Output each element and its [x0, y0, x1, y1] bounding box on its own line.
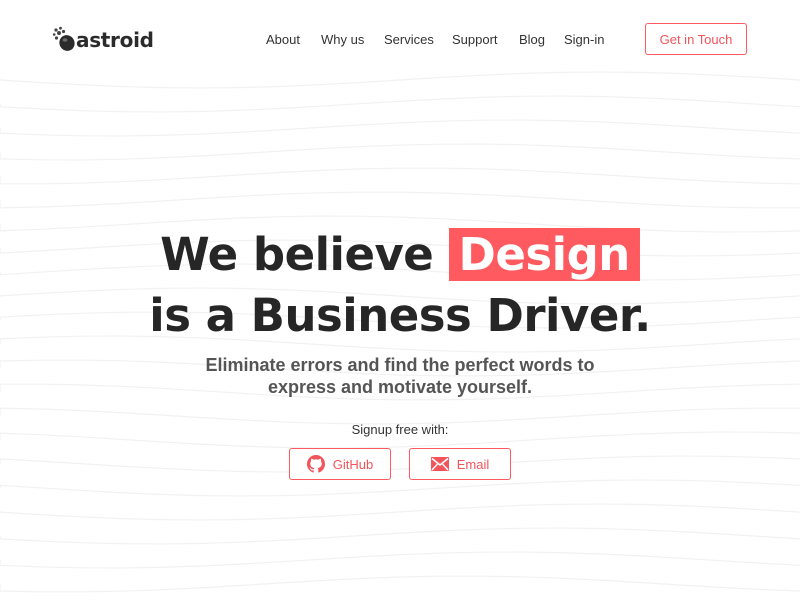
- background-wave-line: [0, 191, 800, 209]
- background-wave-line: [0, 95, 800, 113]
- background-wave-line: [0, 503, 800, 521]
- get-in-touch-button[interactable]: Get in Touch: [645, 23, 747, 55]
- signup-label: Signup free with:: [351, 422, 449, 437]
- mail-icon: [430, 457, 449, 471]
- nav-item-support[interactable]: Support: [452, 31, 498, 49]
- github-signup-button[interactable]: GitHub: [289, 448, 391, 480]
- background-wave-line: [0, 119, 800, 137]
- nav-item-why-us[interactable]: Why us: [321, 31, 364, 49]
- site-header: astroid About Why us Services Support Bl…: [0, 0, 800, 80]
- headline-highlight: Design: [448, 228, 640, 281]
- github-icon: [306, 455, 325, 473]
- subhead-line1: Eliminate errors and find the perfect wo…: [205, 355, 595, 375]
- background-wave-line: [0, 527, 800, 545]
- background-wave-line: [0, 575, 800, 593]
- background-wave-line: [0, 551, 800, 569]
- hero-headline-line2: is a Business Driver.: [149, 289, 651, 342]
- email-signup-button[interactable]: Email: [409, 448, 511, 480]
- nav-item-about[interactable]: About: [266, 31, 300, 49]
- background-wave-line: [0, 143, 800, 161]
- hero-subheadline: Eliminate errors and find the perfect wo…: [0, 354, 800, 398]
- background-wave-line: [0, 479, 800, 497]
- headline-prefix: We believe: [160, 228, 434, 281]
- background-wave-line: [0, 455, 800, 473]
- hero-headline-line1: We believe Design: [0, 225, 800, 285]
- nav-item-blog[interactable]: Blog: [519, 31, 545, 49]
- nav-item-sign-in[interactable]: Sign-in: [564, 31, 604, 49]
- email-button-label: Email: [456, 456, 490, 472]
- background-wave-line: [0, 167, 800, 185]
- nav-item-services[interactable]: Services: [384, 31, 434, 49]
- subhead-line2: express and motivate yourself.: [267, 377, 533, 397]
- github-button-label: GitHub: [332, 456, 374, 472]
